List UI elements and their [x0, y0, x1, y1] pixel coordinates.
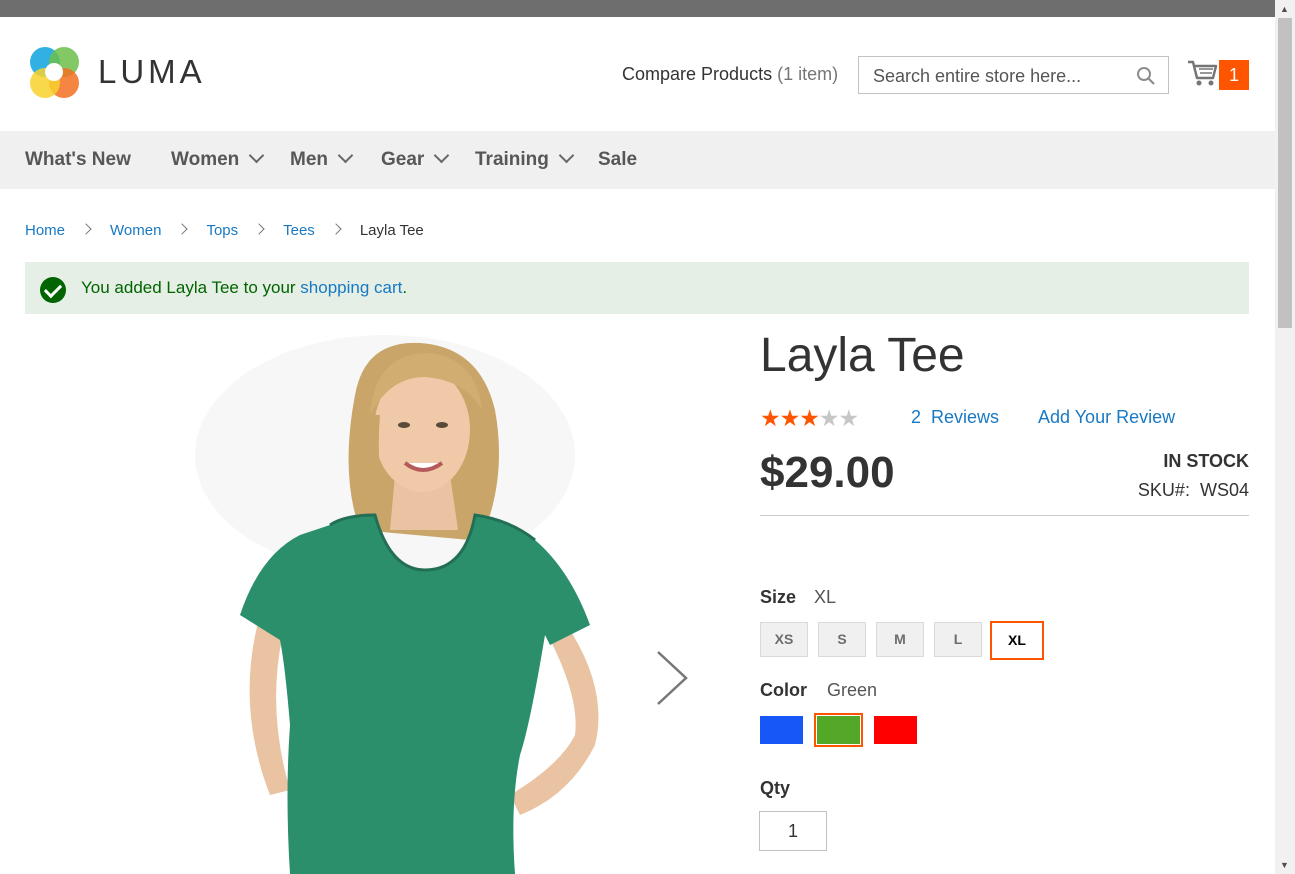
check-circle-icon	[40, 277, 66, 303]
star-empty-icon: ★	[838, 405, 860, 431]
nav-item-label: Men	[290, 149, 328, 170]
breadcrumb-current: Layla Tee	[359, 222, 424, 239]
qty-input[interactable]	[759, 811, 827, 851]
nav-item-whats-new[interactable]: What's New	[25, 131, 131, 189]
compare-label: Compare Products	[622, 64, 773, 84]
product-price: $29.00	[760, 448, 895, 497]
chevron-down-icon	[434, 147, 450, 164]
product-image[interactable]	[190, 325, 640, 874]
color-option-green[interactable]	[814, 713, 863, 747]
top-bar	[0, 0, 1275, 17]
breadcrumb-women[interactable]: Women	[110, 222, 161, 239]
page-scrollbar[interactable]: ▲ ▼	[1275, 0, 1295, 874]
size-selected-value: XL	[814, 587, 837, 607]
scroll-down-arrow-icon[interactable]: ▼	[1280, 860, 1289, 870]
star-filled-icon: ★	[799, 405, 820, 431]
nav-item-women[interactable]: Women	[171, 131, 265, 189]
main-navigation: What's New Women Men Gear Training Sale	[0, 131, 1275, 189]
logo-text: LUMA	[98, 53, 206, 90]
chevron-right-icon	[80, 223, 92, 235]
divider	[760, 515, 1249, 516]
color-option-red[interactable]	[874, 716, 917, 744]
shopping-cart-link[interactable]: shopping cart	[300, 278, 402, 297]
cart-icon[interactable]	[1187, 58, 1219, 88]
star-empty-icon: ★	[818, 405, 840, 431]
rating-stars: ★★★★★	[760, 405, 860, 432]
compare-count: (1 item)	[777, 64, 839, 84]
size-option-s[interactable]: S	[818, 622, 866, 657]
success-message-text: You added Layla Tee to your shopping car…	[81, 278, 407, 298]
star-filled-icon: ★	[760, 405, 781, 431]
cart-count-badge[interactable]: 1	[1219, 60, 1249, 90]
product-sku: SKU#: WS04	[1138, 480, 1249, 501]
size-label: Size	[760, 587, 797, 607]
size-option-m[interactable]: M	[876, 622, 924, 657]
chevron-right-icon	[253, 223, 265, 235]
chevron-right-icon	[330, 223, 342, 235]
sku-value: WS04	[1199, 480, 1249, 500]
color-option-blue[interactable]	[760, 716, 803, 744]
chevron-down-icon	[558, 147, 575, 164]
nav-item-gear[interactable]: Gear	[381, 131, 450, 189]
breadcrumb-tees[interactable]: Tees	[283, 222, 315, 239]
message-text-before: You added Layla Tee to your	[81, 278, 301, 297]
breadcrumb-tops[interactable]: Tops	[206, 222, 238, 239]
stock-status: IN STOCK	[1163, 451, 1249, 471]
reviews-link[interactable]: 2 Reviews	[911, 407, 999, 428]
color-selected-value: Green	[827, 680, 878, 700]
compare-products-link[interactable]: Compare Products (1 item)	[622, 64, 838, 85]
nav-item-label: Women	[171, 149, 240, 170]
scroll-up-arrow-icon[interactable]: ▲	[1280, 4, 1289, 14]
size-option-xl[interactable]: XL	[990, 621, 1044, 660]
breadcrumb: Home Women Tops Tees Layla Tee	[25, 222, 424, 239]
product-title: Layla Tee	[760, 329, 965, 382]
nav-item-label: Training	[475, 149, 549, 170]
qty-label: Qty	[760, 778, 791, 798]
search-box[interactable]	[858, 56, 1169, 94]
success-message: You added Layla Tee to your shopping car…	[25, 262, 1249, 314]
size-option-xs[interactable]: XS	[760, 622, 808, 657]
chevron-right-icon	[176, 223, 189, 235]
reviews-count: 2	[911, 407, 922, 427]
nav-item-label: Gear	[381, 149, 425, 170]
luma-logo-icon	[30, 47, 79, 98]
nav-item-label: Sale	[598, 149, 638, 170]
chevron-down-icon	[248, 147, 265, 164]
store-logo[interactable]: LUMA	[26, 45, 206, 101]
search-input[interactable]	[871, 64, 1125, 88]
color-label: Color	[760, 680, 807, 700]
scroll-thumb[interactable]	[1278, 18, 1292, 328]
nav-item-training[interactable]: Training	[475, 131, 575, 189]
chevron-down-icon	[337, 147, 354, 164]
product-photo	[195, 335, 599, 874]
search-icon[interactable]	[1136, 66, 1156, 86]
nav-item-sale[interactable]: Sale	[598, 131, 637, 189]
size-option-l[interactable]: L	[934, 622, 982, 657]
add-review-link[interactable]: Add Your Review	[1038, 407, 1175, 428]
nav-item-label: What's New	[25, 149, 131, 170]
nav-item-men[interactable]: Men	[290, 131, 354, 189]
star-filled-icon: ★	[779, 405, 801, 431]
message-text-after: .	[402, 278, 408, 297]
reviews-label: Reviews	[931, 407, 1000, 427]
chevron-right-icon[interactable]	[650, 650, 690, 706]
sku-label: SKU#:	[1137, 480, 1190, 500]
breadcrumb-home[interactable]: Home	[25, 222, 65, 239]
